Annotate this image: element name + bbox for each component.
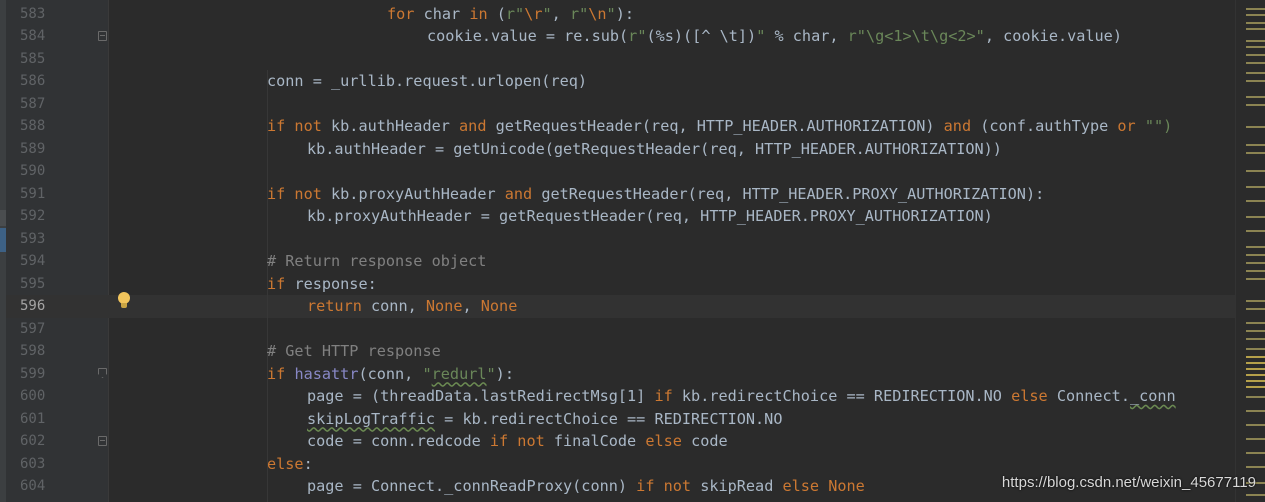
- code-editor[interactable]: 583 584 585 586 587 588 589 590 591 592 …: [0, 0, 1265, 502]
- stripe-marker[interactable]: [1246, 356, 1265, 358]
- line-number: 591: [20, 185, 46, 202]
- stripe-marker[interactable]: [1246, 396, 1265, 398]
- code-line-594[interactable]: # Return response object: [267, 250, 486, 273]
- code-line-599[interactable]: if hasattr(conn, "redurl"):: [267, 363, 514, 386]
- stripe-marker[interactable]: [1246, 380, 1265, 382]
- stripe-marker[interactable]: [1246, 362, 1265, 364]
- stripe-marker[interactable]: [1246, 424, 1265, 426]
- stripe-marker[interactable]: [1246, 438, 1265, 440]
- error-stripe-scrollbar[interactable]: [1235, 0, 1265, 502]
- stripe-marker[interactable]: [1246, 46, 1265, 48]
- line-number: 587: [20, 95, 46, 112]
- line-number: 598: [20, 343, 46, 359]
- stripe-marker[interactable]: [1246, 22, 1265, 24]
- code-line-601[interactable]: skipLogTraffic = kb.redirectChoice == RE…: [307, 408, 782, 431]
- stripe-marker[interactable]: [1246, 254, 1265, 256]
- stripe-marker[interactable]: [1246, 466, 1265, 468]
- stripe-marker[interactable]: [1246, 62, 1265, 64]
- fold-end-icon[interactable]: [98, 436, 107, 446]
- fold-end-icon[interactable]: [98, 31, 107, 41]
- line-number: 601: [20, 410, 46, 427]
- code-line-600[interactable]: page = (threadData.lastRedirectMsg[1] if…: [307, 385, 1176, 408]
- line-gutter[interactable]: 583 584 585 586 587 588 589 590 591 592 …: [6, 0, 1265, 502]
- code-line-591[interactable]: if not kb.proxyAuthHeader and getRequest…: [267, 183, 1044, 206]
- stripe-marker[interactable]: [1246, 410, 1265, 412]
- line-number: 588: [20, 118, 46, 134]
- current-line-number: 596: [20, 298, 46, 314]
- stripe-marker[interactable]: [1246, 152, 1265, 154]
- line-number: 599: [20, 365, 46, 382]
- line-number: 590: [20, 163, 46, 179]
- line-number: 597: [20, 320, 46, 337]
- stripe-marker[interactable]: [1246, 126, 1265, 128]
- stripe-marker[interactable]: [1246, 200, 1265, 202]
- stripe-marker[interactable]: [1246, 386, 1265, 388]
- stripe-marker[interactable]: [1246, 28, 1265, 30]
- line-number: 595: [20, 275, 46, 292]
- line-number: 584: [20, 28, 46, 44]
- stripe-marker[interactable]: [1246, 14, 1265, 16]
- code-line-595[interactable]: if response:: [267, 273, 377, 296]
- stripe-marker[interactable]: [1246, 96, 1265, 98]
- stripe-marker[interactable]: [1246, 270, 1265, 272]
- line-number: 594: [20, 253, 46, 269]
- line-number: 603: [20, 455, 46, 472]
- stripe-marker[interactable]: [1246, 72, 1265, 74]
- line-number: 593: [20, 230, 46, 247]
- line-number: 592: [20, 208, 46, 224]
- stripe-marker[interactable]: [1246, 40, 1265, 42]
- code-line-598[interactable]: # Get HTTP response: [267, 340, 441, 363]
- stripe-marker[interactable]: [1246, 278, 1265, 280]
- stripe-marker[interactable]: [1246, 308, 1265, 310]
- stripe-marker[interactable]: [1246, 170, 1265, 172]
- stripe-marker[interactable]: [1246, 262, 1265, 264]
- stripe-marker[interactable]: [1246, 452, 1265, 454]
- stripe-marker[interactable]: [1246, 368, 1265, 370]
- stripe-marker[interactable]: [1246, 104, 1265, 106]
- stripe-marker[interactable]: [1246, 80, 1265, 82]
- code-line-596[interactable]: return conn, None, None: [307, 295, 517, 318]
- code-line-602[interactable]: code = conn.redcode if not finalCode els…: [307, 430, 728, 453]
- line-number: 600: [20, 388, 46, 404]
- stripe-marker[interactable]: [1246, 8, 1265, 10]
- code-area[interactable]: for char in (r"\r", r"\n"): cookie.value…: [108, 0, 1236, 502]
- line-number: 585: [20, 50, 46, 67]
- code-line-603[interactable]: else:: [267, 453, 313, 476]
- code-line-583[interactable]: for char in (r"\r", r"\n"):: [387, 3, 634, 26]
- line-number: 583: [20, 5, 46, 22]
- stripe-marker[interactable]: [1246, 230, 1265, 232]
- code-line-588[interactable]: if not kb.authHeader and getRequestHeade…: [267, 115, 1172, 138]
- watermark-text: https://blog.csdn.net/weixin_45677119: [1001, 474, 1256, 491]
- code-line-584[interactable]: cookie.value = re.sub(r"(%s)([^ \t])" % …: [427, 25, 1122, 48]
- stripe-marker[interactable]: [1246, 330, 1265, 332]
- stripe-marker[interactable]: [1246, 322, 1265, 324]
- line-number: 602: [20, 433, 46, 449]
- stripe-marker[interactable]: [1246, 186, 1265, 188]
- stripe-marker[interactable]: [1246, 348, 1265, 350]
- code-line-592[interactable]: kb.proxyAuthHeader = getRequestHeader(re…: [307, 205, 993, 228]
- stripe-marker[interactable]: [1246, 246, 1265, 248]
- code-line-604[interactable]: page = Connect._connReadProxy(conn) if n…: [307, 475, 865, 498]
- line-number: 586: [20, 73, 46, 89]
- line-number: 604: [20, 478, 46, 494]
- code-line-586[interactable]: conn = _urllib.request.urlopen(req): [267, 70, 587, 93]
- stripe-marker[interactable]: [1246, 494, 1265, 496]
- code-line-589[interactable]: kb.authHeader = getUnicode(getRequestHea…: [307, 138, 1002, 161]
- stripe-marker[interactable]: [1246, 338, 1265, 340]
- line-number: 589: [20, 140, 46, 157]
- stripe-marker[interactable]: [1246, 300, 1265, 302]
- stripe-marker[interactable]: [1246, 144, 1265, 146]
- stripe-marker[interactable]: [1246, 216, 1265, 218]
- stripe-marker[interactable]: [1246, 54, 1265, 56]
- stripe-marker[interactable]: [1246, 374, 1265, 376]
